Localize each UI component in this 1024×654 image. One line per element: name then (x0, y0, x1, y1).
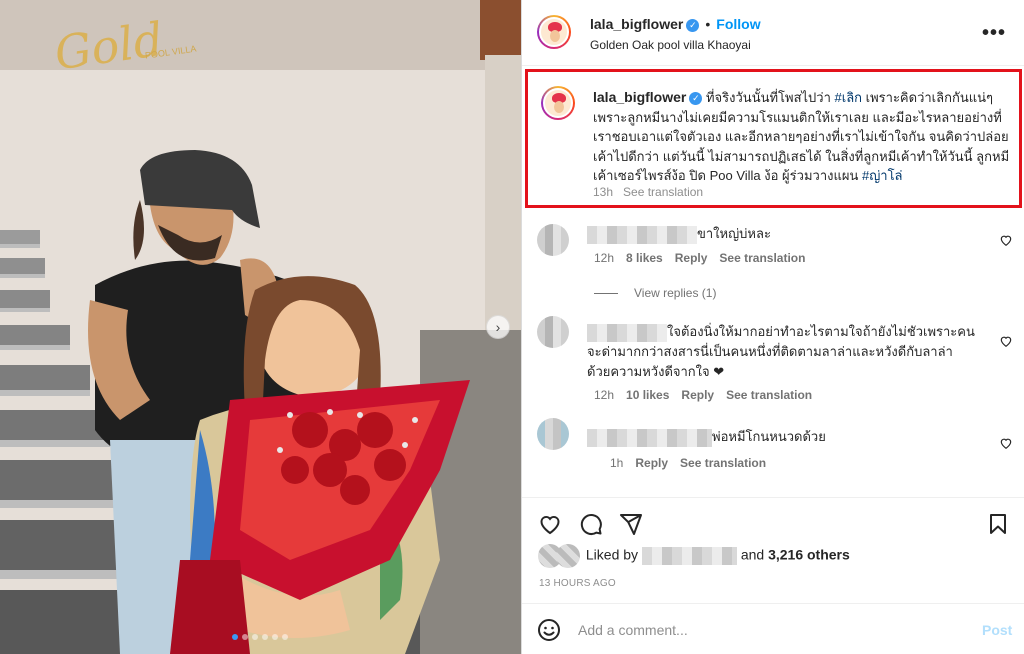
comment-likes[interactable]: 8 likes (626, 251, 663, 265)
photo-scene: Gold POOL VILLA (0, 0, 521, 654)
blurred-username (587, 428, 712, 447)
see-translation-link[interactable]: See translation (680, 456, 766, 470)
post-details-panel: lala_bigflower ✓ • Follow Golden Oak pool v… (521, 0, 1024, 654)
view-replies-link[interactable]: View replies (1) (594, 286, 716, 300)
post-actions-bar (522, 497, 1024, 547)
comment-time: 1h (610, 456, 624, 470)
likes-count-link[interactable]: 3,216 others (768, 547, 850, 563)
post-header: lala_bigflower ✓ • Follow Golden Oak pool v… (522, 0, 1024, 66)
comment-text: พ่อหมีโกนหนวดด้วย (587, 427, 987, 447)
comment-body-line: ด้วยความหวังดีจากใจ ❤ (587, 364, 725, 379)
carousel-dot (242, 634, 248, 640)
author-avatar[interactable] (537, 15, 571, 49)
caption-author-avatar[interactable] (541, 86, 575, 120)
caption-highlight-box: lala_bigflower ✓ ที่จริงวันนั้นที่โพสไปว่… (525, 69, 1022, 208)
carousel-dots (232, 634, 288, 640)
author-username[interactable]: lala_bigflower (590, 16, 683, 32)
comment-body-line: ใจต้องนิ่งให้มากอย่าทำอะไรตามใจถ้ายังไม่… (667, 324, 975, 339)
header-user-line: lala_bigflower ✓ • Follow (590, 16, 761, 32)
carousel-dot (252, 634, 258, 640)
comment-body: ขาใหญ่บ่หละ (697, 226, 771, 241)
likes-summary: Liked by and 3,216 others (538, 544, 850, 568)
comment-text: ขาใหญ่บ่หละ (587, 224, 987, 244)
verified-badge-icon: ✓ (686, 18, 700, 32)
add-comment-input[interactable] (578, 618, 958, 642)
likes-and: and (740, 546, 765, 563)
post-time-ago: 13 HOURS AGO (539, 578, 616, 589)
caption-text: lala_bigflower ✓ ที่จริงวันนั้นที่โพสไปว่… (593, 88, 1013, 186)
post-location[interactable]: Golden Oak pool villa Khaoyai (590, 38, 751, 52)
reply-button[interactable]: Reply (681, 388, 714, 402)
liked-by-label: Liked by (585, 546, 639, 563)
hashtag-link[interactable]: #ญ่าโล่ (862, 168, 903, 183)
post-photo[interactable]: Gold POOL VILLA › (0, 0, 521, 654)
separator-dot: • (705, 16, 711, 32)
comment-meta: 1h Reply See translation (610, 456, 778, 470)
reply-button[interactable]: Reply (635, 456, 668, 470)
more-options-icon[interactable]: ••• (982, 22, 1006, 45)
like-comment-heart-icon[interactable] (999, 233, 1013, 247)
liker-avatar[interactable] (556, 544, 580, 568)
comment-text: ใจต้องนิ่งให้มากอย่าทำอะไรตามใจถ้ายังไม่… (587, 322, 997, 382)
comment-time: 12h (594, 251, 615, 265)
comment-item: ขาใหญ่บ่หละ 12h 8 likes Reply See translati… (537, 224, 1012, 274)
comment-meta: 12h 10 likes Reply See translation (594, 388, 824, 402)
share-send-icon[interactable] (619, 512, 643, 536)
commenter-avatar[interactable] (537, 316, 569, 348)
comment-body: พ่อหมีโกนหนวดด้วย (712, 429, 826, 444)
carousel-dot (272, 634, 278, 640)
blurred-username (587, 323, 667, 342)
comment-meta: 12h 8 likes Reply See translation (594, 251, 817, 265)
chevron-right-icon: › (495, 319, 501, 335)
see-translation-link[interactable]: See translation (726, 388, 812, 402)
add-comment-bar: Post (522, 603, 1024, 654)
like-comment-heart-icon[interactable] (999, 436, 1013, 450)
carousel-dot (282, 634, 288, 640)
comment-body-line: จะด่ามากกว่าสงสารนี่เป็นคนหนึ่งที่ติดตาม… (587, 344, 953, 359)
see-translation-link[interactable]: See translation (623, 185, 703, 199)
save-bookmark-icon[interactable] (986, 512, 1010, 536)
reply-button[interactable]: Reply (675, 251, 708, 265)
see-translation-link[interactable]: See translation (719, 251, 805, 265)
caption-meta: 13h See translation (593, 185, 703, 199)
verified-badge-icon: ✓ (689, 92, 703, 106)
comment-time: 12h (594, 388, 615, 402)
like-comment-heart-icon[interactable] (999, 334, 1013, 348)
carousel-dot (262, 634, 268, 640)
comment-bubble-icon[interactable] (579, 512, 603, 536)
commenter-avatar[interactable] (537, 418, 569, 450)
post-comment-button[interactable]: Post (982, 622, 1012, 638)
caption-body-1: ที่จริงวันนั้นที่โพสไปว่า (705, 90, 835, 105)
caption-time: 13h (593, 185, 614, 199)
comment-item: ใจต้องนิ่งให้มากอย่าทำอะไรตามใจถ้ายังไม่… (537, 316, 1012, 406)
follow-button[interactable]: Follow (716, 16, 760, 32)
instagram-post-view: Gold POOL VILLA › lala_bigflower ✓ • Fol… (0, 0, 1024, 654)
next-photo-button[interactable]: › (486, 315, 510, 339)
commenter-avatar[interactable] (537, 224, 569, 256)
carousel-dot-active (232, 634, 238, 640)
hashtag-link[interactable]: #เลิก (835, 90, 863, 105)
blurred-username (587, 225, 697, 244)
emoji-smiley-icon[interactable] (537, 618, 561, 642)
comment-item: พ่อหมีโกนหนวดด้วย 1h Reply See translation (537, 418, 1012, 470)
caption-username[interactable]: lala_bigflower (593, 89, 686, 105)
comment-likes[interactable]: 10 likes (626, 388, 669, 402)
like-heart-icon[interactable] (538, 512, 562, 536)
blurred-username (641, 547, 737, 565)
